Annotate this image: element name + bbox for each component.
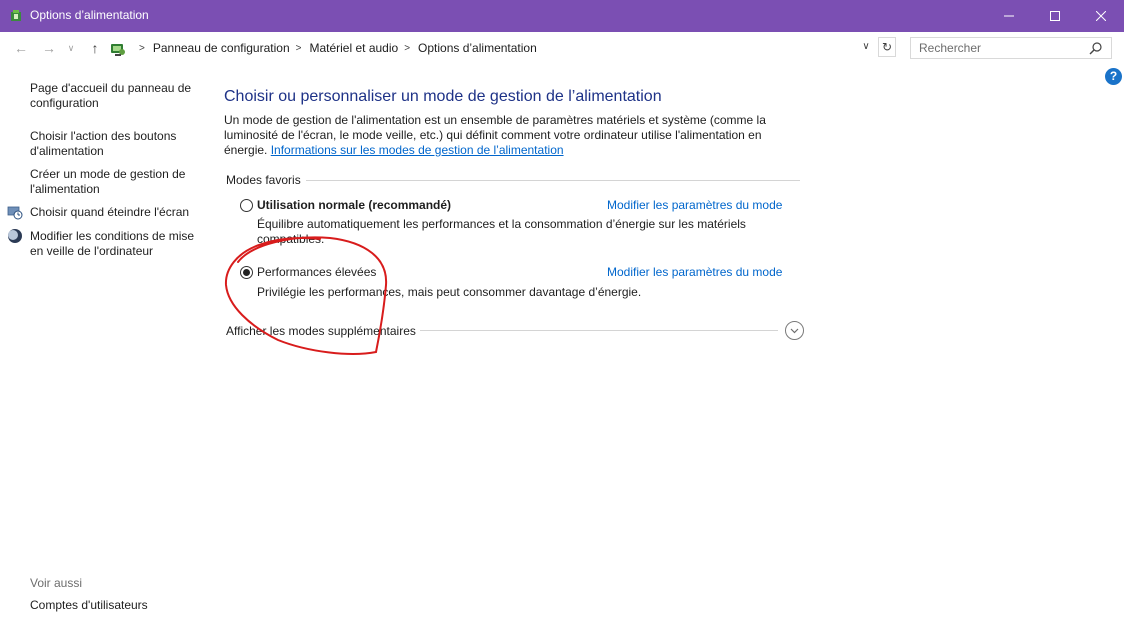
sidebar-item-power-buttons[interactable]: Choisir l'action des boutons d'alimentat…	[30, 129, 210, 159]
address-dropdown-button[interactable]: ∨	[856, 36, 876, 58]
sidebar-item-sleep-settings[interactable]: Modifier les conditions de mise en veill…	[30, 229, 210, 259]
back-button[interactable]: ←	[12, 40, 30, 56]
expand-additional-plans-button[interactable]	[785, 321, 804, 340]
minimize-icon	[1004, 15, 1014, 17]
high-performance-plan-description: Privilégie les performances, mais peut c…	[257, 285, 642, 299]
arrow-left-icon: ←	[14, 40, 28, 56]
chevron-right-icon: >	[139, 42, 145, 54]
see-also-label: Voir aussi	[30, 576, 83, 590]
up-button[interactable]: ↑	[86, 40, 104, 56]
power-options-icon	[11, 10, 21, 21]
plans-info-link[interactable]: Informations sur les modes de gestion de…	[271, 143, 564, 157]
chevron-down-icon: ∨	[67, 43, 75, 53]
close-icon	[1096, 11, 1106, 21]
arrow-up-icon: ↑	[91, 40, 99, 56]
search-placeholder: Rechercher	[919, 41, 982, 55]
breadcrumb-hardware-sound[interactable]: Matériel et audio	[309, 41, 398, 55]
address-bar[interactable]: > Panneau de configuration > Matériel et…	[104, 37, 876, 59]
high-performance-plan-radio[interactable]	[240, 266, 253, 279]
window-title: Options d’alimentation	[30, 8, 149, 22]
forward-button[interactable]: →	[40, 40, 58, 56]
control-panel-icon	[111, 44, 125, 56]
refresh-button[interactable]: ↻	[878, 37, 896, 57]
additional-plans-divider	[420, 330, 778, 331]
show-additional-plans-label[interactable]: Afficher les modes supplémentaires	[226, 324, 416, 338]
sidebar-item-screen-off[interactable]: Choisir quand éteindre l'écran	[30, 205, 210, 220]
arrow-right-icon: →	[42, 40, 56, 56]
title-bar: Options d’alimentation	[0, 0, 1124, 32]
moon-icon	[8, 229, 22, 243]
high-performance-plan-name[interactable]: Performances élevées	[257, 265, 376, 279]
balanced-plan-description: Équilibre automatiquement les performanc…	[257, 217, 746, 246]
help-icon[interactable]: ?	[1105, 68, 1122, 85]
chevron-right-icon[interactable]: >	[404, 43, 410, 54]
user-accounts-link[interactable]: Comptes d'utilisateurs	[30, 598, 148, 612]
maximize-icon	[1050, 11, 1060, 21]
recent-locations-button[interactable]: ∨	[64, 40, 78, 56]
radio-selected-dot	[243, 269, 250, 276]
search-input[interactable]: Rechercher	[910, 37, 1112, 59]
sidebar-item-create-plan[interactable]: Créer un mode de gestion de l'alimentati…	[30, 167, 210, 197]
chevron-right-icon[interactable]: >	[296, 43, 302, 54]
balanced-plan-name[interactable]: Utilisation normale (recommandé)	[257, 198, 451, 212]
page-description: Un mode de gestion de l'alimentation est…	[224, 113, 784, 158]
favorites-divider	[306, 180, 800, 181]
refresh-icon: ↻	[881, 40, 893, 54]
page-title: Choisir ou personnaliser un mode de gest…	[224, 88, 662, 105]
minimize-button[interactable]	[986, 0, 1032, 32]
maximize-button[interactable]	[1032, 0, 1078, 32]
chevron-down-icon	[790, 328, 799, 334]
clock-monitor-icon	[7, 206, 23, 220]
breadcrumb-control-panel[interactable]: Panneau de configuration	[153, 41, 290, 55]
search-icon[interactable]	[1089, 41, 1103, 55]
breadcrumb: > Panneau de configuration > Matériel et…	[133, 41, 537, 55]
breadcrumb-power-options[interactable]: Options d’alimentation	[418, 41, 537, 55]
balanced-plan-radio[interactable]	[240, 199, 253, 212]
sidebar-item-control-panel-home[interactable]: Page d'accueil du panneau de configurati…	[30, 81, 210, 111]
high-performance-plan-settings-link[interactable]: Modifier les paramètres du mode	[607, 265, 782, 279]
balanced-plan-settings-link[interactable]: Modifier les paramètres du mode	[607, 198, 782, 212]
close-button[interactable]	[1078, 0, 1124, 32]
favorites-label: Modes favoris	[226, 173, 301, 187]
chevron-down-icon: ∨	[862, 41, 870, 52]
